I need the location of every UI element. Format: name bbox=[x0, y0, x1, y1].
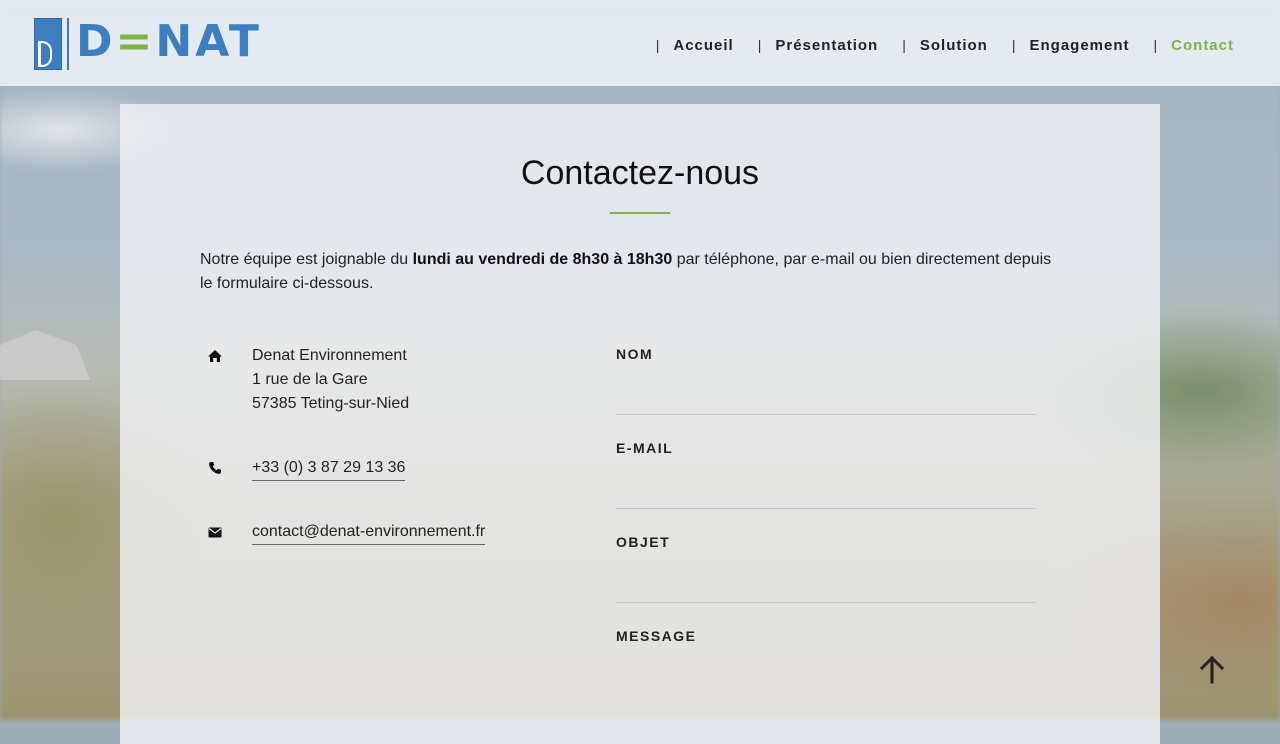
nav-link-presentation[interactable]: Présentation bbox=[775, 37, 878, 54]
address-block: Denat Environnement 1 rue de la Gare 573… bbox=[200, 344, 409, 416]
main-nav: | Accueil | Présentation | Solution | En… bbox=[656, 34, 1234, 56]
nav-item-solution: | Solution bbox=[878, 37, 988, 54]
scroll-to-top-button[interactable] bbox=[1196, 654, 1228, 686]
email-field: E-MAIL bbox=[616, 434, 1036, 528]
nav-link-engagement[interactable]: Engagement bbox=[1030, 37, 1130, 54]
nav-item-accueil: | Accueil bbox=[656, 37, 734, 54]
envelope-icon bbox=[200, 520, 230, 544]
nav-separator: | bbox=[655, 37, 660, 53]
nav-link-accueil[interactable]: Accueil bbox=[673, 37, 733, 54]
name-field: NOM bbox=[616, 340, 1036, 434]
phone-icon bbox=[200, 456, 230, 480]
intro-text: Notre équipe est joignable du lundi au v… bbox=[200, 248, 1060, 296]
logo-letter-d: D bbox=[76, 16, 116, 67]
name-input[interactable] bbox=[616, 370, 1036, 415]
nav-item-contact: | Contact bbox=[1130, 37, 1234, 54]
email-block: contact@denat-environnement.fr bbox=[200, 520, 486, 545]
name-label: NOM bbox=[616, 346, 654, 362]
address-line-city: 57385 Teting-sur-Nied bbox=[252, 395, 410, 412]
nav-link-solution[interactable]: Solution bbox=[920, 37, 988, 54]
contact-form: NOM E-MAIL OBJET MESSAGE bbox=[616, 340, 1036, 716]
intro-text-start: Notre équipe est joignable du bbox=[200, 251, 413, 268]
nav-link-contact[interactable]: Contact bbox=[1171, 37, 1234, 54]
page-title: Contactez-nous bbox=[520, 154, 760, 192]
home-icon bbox=[200, 344, 230, 368]
phone-link[interactable]: +33 (0) 3 87 29 13 36 bbox=[252, 456, 406, 481]
address-text: Denat Environnement 1 rue de la Gare 573… bbox=[252, 344, 409, 416]
logo-wordmark: D=NAT bbox=[76, 16, 262, 68]
nav-separator: | bbox=[902, 37, 906, 53]
email-link[interactable]: contact@denat-environnement.fr bbox=[252, 520, 486, 545]
site-header: D=NAT | Accueil | Présentation | Solutio… bbox=[0, 0, 1280, 86]
address-line-company: Denat Environnement bbox=[252, 347, 407, 364]
title-underline bbox=[610, 212, 670, 214]
arrow-up-icon bbox=[1199, 655, 1225, 684]
nav-separator: | bbox=[757, 37, 762, 53]
logo-divider bbox=[67, 18, 69, 70]
subject-input[interactable] bbox=[616, 558, 1036, 603]
message-input[interactable] bbox=[616, 652, 1036, 696]
logo-mark-icon bbox=[34, 18, 62, 70]
message-label: MESSAGE bbox=[616, 628, 697, 644]
phone-block: +33 (0) 3 87 29 13 36 bbox=[200, 456, 406, 481]
subject-field: OBJET bbox=[616, 528, 1036, 622]
intro-text-hours: lundi au vendredi de 8h30 à 18h30 bbox=[412, 251, 673, 268]
address-line-street: 1 rue de la Gare bbox=[252, 371, 368, 388]
message-field: MESSAGE bbox=[616, 622, 1036, 716]
nav-separator: | bbox=[1153, 37, 1158, 53]
nav-item-engagement: | Engagement bbox=[988, 37, 1130, 54]
nav-separator: | bbox=[1011, 37, 1016, 53]
logo-letter-e: = bbox=[115, 16, 156, 67]
email-input[interactable] bbox=[616, 464, 1036, 509]
nav-item-presentation: | Présentation bbox=[734, 37, 879, 54]
logo-letters-rest: NAT bbox=[155, 16, 262, 67]
email-label: E-MAIL bbox=[616, 440, 674, 456]
subject-label: OBJET bbox=[616, 534, 671, 550]
logo[interactable]: D=NAT bbox=[34, 16, 259, 70]
